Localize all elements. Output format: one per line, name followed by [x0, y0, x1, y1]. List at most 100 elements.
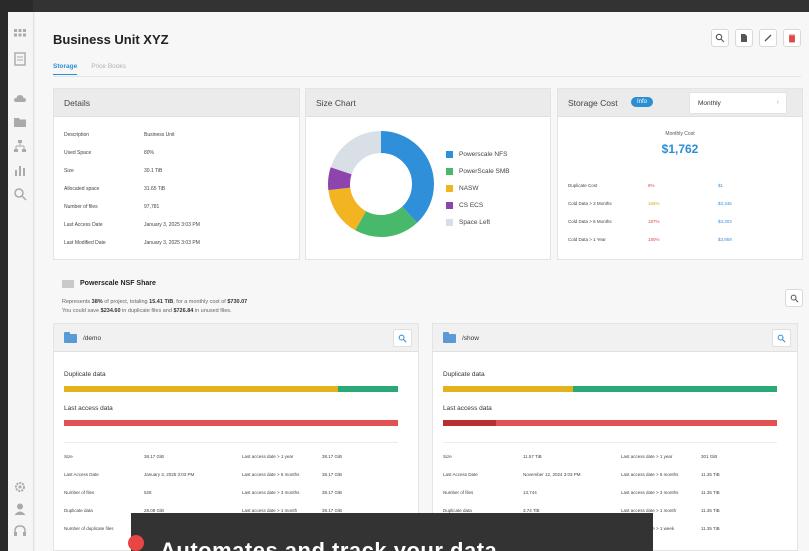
main-content: Business Unit XYZ Storage Price Books De…	[35, 12, 809, 551]
folder-icon[interactable]	[13, 115, 27, 129]
legend-swatch	[446, 168, 453, 175]
metric-row: Last Access Date November 12, 2024 3:03 P…	[443, 472, 720, 477]
detail-row: Allocated space 31.65 TiB	[64, 186, 166, 192]
folder-search-button[interactable]	[393, 329, 412, 347]
page-title: Business Unit XYZ	[53, 32, 169, 47]
detail-row: Description Business Unit	[64, 132, 175, 138]
duplicate-bar	[64, 386, 398, 392]
folder-path: /show	[462, 335, 479, 342]
detail-row: Used Space 80%	[64, 150, 155, 156]
folder-path: /demo	[83, 335, 102, 342]
cloud-icon[interactable]	[13, 92, 27, 106]
metric-row: Size 11.57 TiB Last access date > 1 year 30…	[443, 454, 718, 459]
share-search-button[interactable]	[785, 289, 803, 307]
search-icon	[398, 334, 407, 342]
detail-row: Last Access Date January 3, 2025 3:03 PM	[64, 222, 200, 228]
document-icon[interactable]	[13, 52, 27, 66]
legend-item: Powerscale NFS	[446, 151, 507, 158]
tab-bar: Storage Price Books	[53, 63, 126, 75]
metric-row: Number of files 528 Last access date > 3 m…	[64, 490, 343, 495]
tab-storage[interactable]: Storage	[53, 63, 78, 75]
folder-header: /demo	[54, 324, 418, 352]
headset-icon[interactable]	[13, 524, 27, 538]
edit-button[interactable]	[759, 29, 777, 47]
size-chart-title: Size Chart	[316, 98, 356, 108]
delete-icon	[789, 34, 795, 43]
access-bar	[443, 420, 777, 426]
folder-header: /show	[433, 324, 797, 352]
duplicate-bar-fill	[64, 386, 338, 392]
bar-chart-icon[interactable]	[13, 163, 27, 177]
size-chart-card: Size Chart Powerscale NFS PowerScale SMB…	[305, 88, 551, 260]
settings-icon[interactable]	[13, 480, 27, 494]
legend-swatch	[446, 219, 453, 226]
search-button[interactable]	[711, 29, 729, 47]
folder-icon	[64, 332, 77, 343]
metric-row: Size 38.17 GiB Last access date > 1 year 38…	[64, 454, 343, 459]
share-summary: Represents 38% of project, totaling 15.4…	[62, 299, 248, 305]
metric-row: Number of files 13,744 Last access date > …	[443, 490, 720, 495]
detail-row: Size 30.1 TiB	[64, 168, 163, 174]
grid-icon[interactable]	[13, 28, 27, 42]
storage-cost-title: Storage Cost	[568, 98, 618, 108]
legend-item: CS ECS	[446, 202, 483, 209]
legend-swatch	[446, 151, 453, 158]
access-bar	[64, 420, 398, 426]
edit-icon	[764, 34, 772, 42]
duplicate-bar-rest	[337, 386, 398, 392]
caption-text: Automates and track your data	[160, 538, 498, 551]
donut-chart	[328, 131, 434, 237]
cost-row: Duplicate Cost 8% $1	[568, 183, 724, 188]
details-card: Details Description Business Unit Used Sp…	[53, 88, 300, 260]
metric-row: Last Access Date January 3, 2025 3:03 PM L…	[64, 472, 343, 477]
access-label: Last access data	[443, 405, 492, 412]
duplicate-bar-fill	[443, 386, 574, 392]
monthly-cost-amount: $1,762	[661, 142, 699, 156]
period-select[interactable]: Monthly ›	[689, 92, 787, 114]
folder-search-button[interactable]	[772, 329, 791, 347]
info-badge[interactable]: Info	[631, 97, 654, 107]
cost-row: Cold Data > 6 Months 187% $3,303	[568, 219, 732, 224]
share-title: Powerscale NSF Share	[80, 280, 156, 287]
detail-row: Number of files 97,781	[64, 204, 160, 210]
org-chart-icon[interactable]	[13, 139, 27, 153]
cost-row: Cold Data > 3 Months 166% $3,346	[568, 201, 732, 206]
app-window: Business Unit XYZ Storage Price Books De…	[8, 12, 809, 551]
details-title: Details	[64, 98, 90, 108]
divider	[64, 442, 398, 443]
legend-item: NASW	[446, 185, 479, 192]
share-icon	[62, 280, 74, 288]
document-button[interactable]	[735, 29, 753, 47]
folder-icon	[443, 332, 456, 343]
tab-divider	[53, 76, 801, 77]
period-value: Monthly	[698, 100, 721, 107]
chevron-right-icon: ›	[776, 99, 779, 106]
detail-row: Last Modified Date January 3, 2025 3:03 P…	[64, 240, 200, 246]
tab-price-books[interactable]: Price Books	[91, 63, 126, 75]
delete-button[interactable]	[783, 29, 801, 47]
legend-item: PowerScale SMB	[446, 168, 510, 175]
legend-item: Space Left	[446, 219, 490, 226]
legend-swatch	[446, 202, 453, 209]
cost-row: Cold Data > 1 Year 180% $3,959	[568, 237, 732, 242]
share-savings: You could save $234.60 in duplicate file…	[62, 308, 232, 314]
red-dot-icon	[128, 535, 144, 551]
size-chart-header: Size Chart	[306, 89, 550, 117]
sidebar	[8, 12, 34, 551]
document-icon	[741, 34, 747, 42]
access-label: Last access data	[64, 405, 113, 412]
access-bar-fill	[443, 420, 497, 426]
legend-swatch	[446, 185, 453, 192]
access-bar-rest	[496, 420, 777, 426]
search-icon	[715, 33, 725, 43]
divider	[443, 442, 777, 443]
access-bar-rest	[64, 420, 398, 426]
duplicate-bar	[443, 386, 777, 392]
duplicate-label: Duplicate data	[443, 371, 485, 378]
search-icon[interactable]	[13, 187, 27, 201]
toolbar	[711, 29, 801, 47]
search-icon	[777, 334, 786, 342]
user-icon[interactable]	[13, 502, 27, 516]
details-header: Details	[54, 89, 299, 117]
search-icon	[790, 294, 798, 302]
